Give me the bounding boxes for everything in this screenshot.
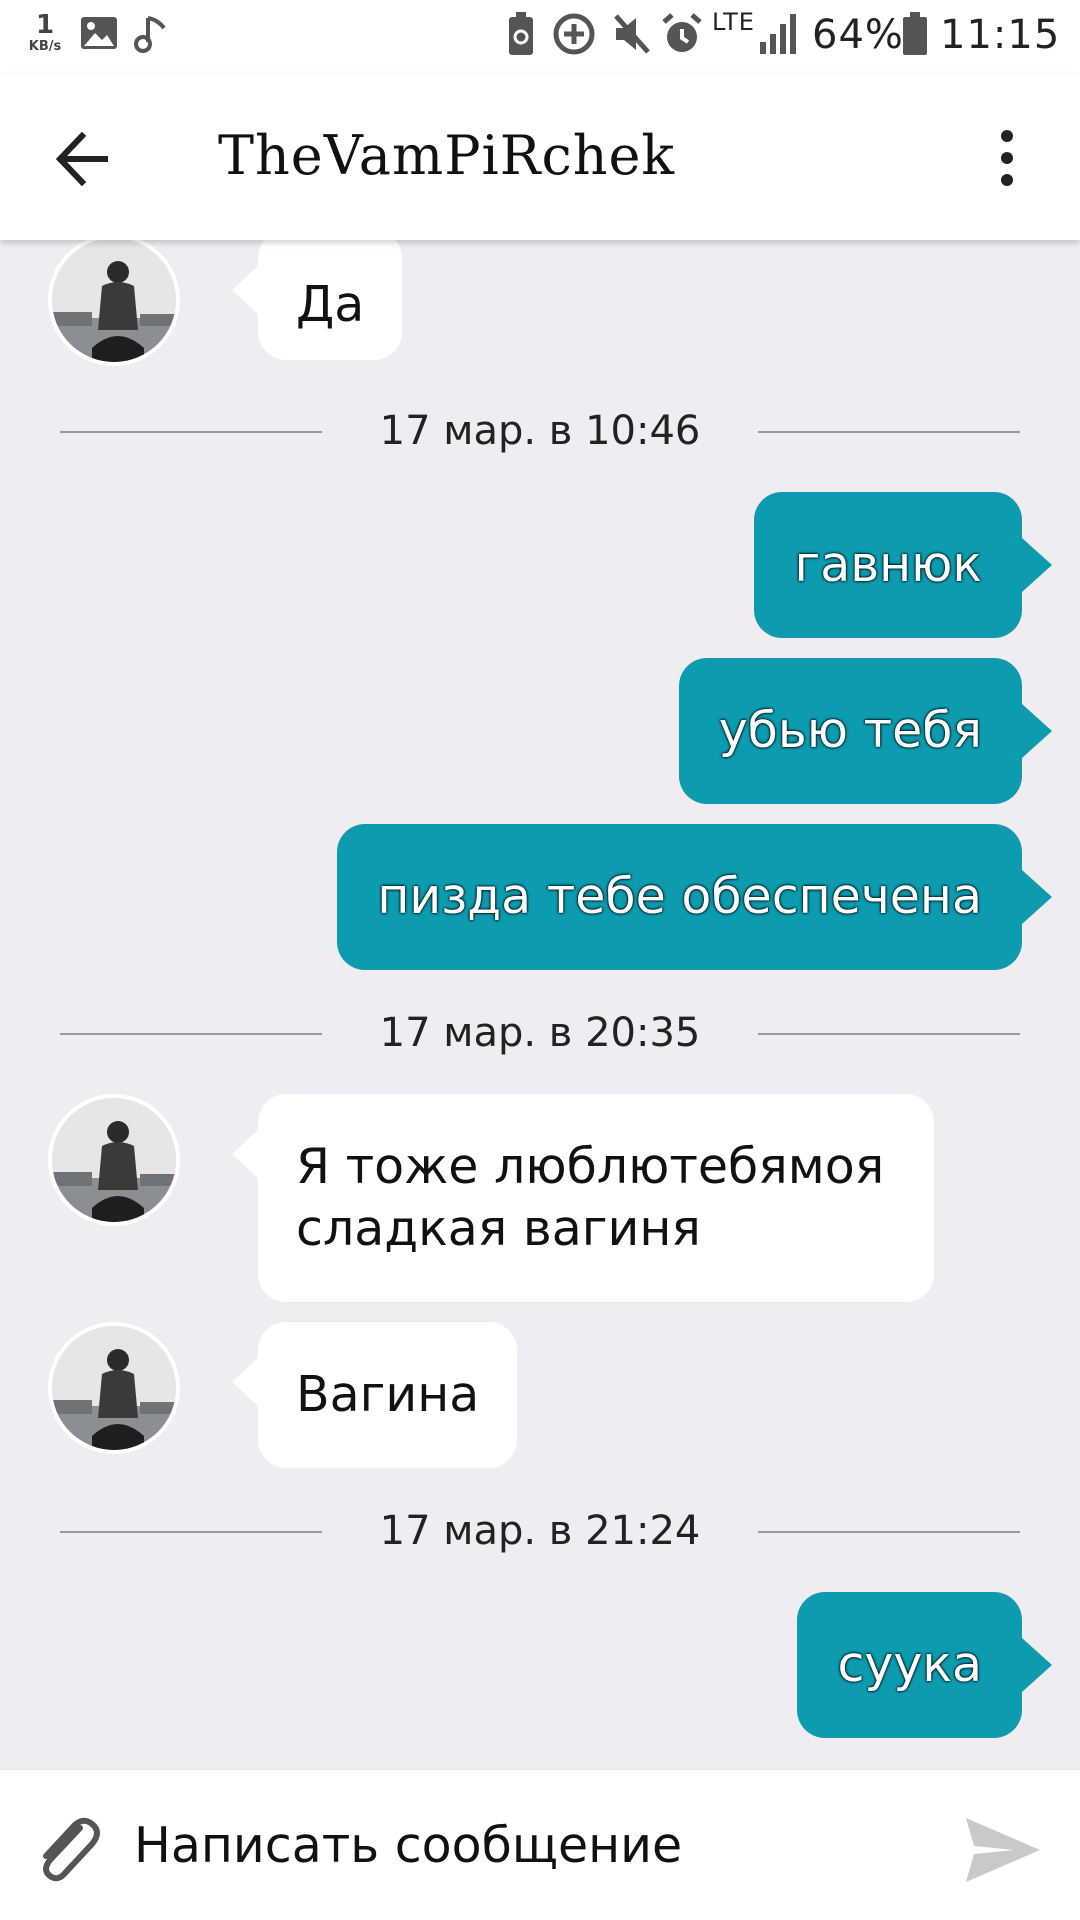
divider	[758, 1531, 1020, 1533]
network-type: LTE	[712, 8, 755, 36]
mute-icon	[614, 14, 650, 54]
status-bar: 1 KB/s LTE 64% 11:15	[0, 0, 1080, 74]
message-text-line: сладкая вагиня	[296, 1200, 701, 1257]
divider	[758, 1033, 1020, 1035]
network-speed: 1 KB/s	[22, 12, 68, 53]
music-note-icon	[134, 16, 166, 53]
send-icon[interactable]	[960, 1808, 1044, 1892]
avatar[interactable]	[48, 240, 180, 366]
message-text: суука	[837, 1636, 982, 1693]
alarm-icon	[662, 13, 702, 52]
outgoing-message-bubble[interactable]: гавнюк	[754, 492, 1052, 638]
battery-percent: 64%	[812, 12, 904, 58]
message-text: гавнюк	[794, 536, 982, 593]
message-text: Да	[296, 276, 365, 333]
network-speed-value: 1	[35, 10, 55, 40]
app-bar: TheVamPiRchek	[0, 74, 1080, 240]
avatar-photo	[52, 1326, 176, 1450]
image-icon	[81, 17, 117, 49]
message-list[interactable]: Да 17 мар. в 10:46 гавнюк убью тебя пизд…	[0, 240, 1080, 1770]
incoming-message-bubble[interactable]: Вагина	[231, 1322, 518, 1468]
message-text: пизда тебе обеспечена	[377, 868, 982, 925]
battery-icon	[903, 12, 927, 55]
date-separator: 17 мар. в 21:24	[60, 1506, 1020, 1556]
avatar-photo	[52, 1098, 176, 1222]
incoming-message-bubble[interactable]: Я тоже люблютебямоя сладкая вагиня	[232, 1094, 934, 1302]
avatar[interactable]	[48, 1322, 180, 1454]
message-input[interactable]	[134, 1800, 914, 1890]
date-separator: 17 мар. в 10:46	[60, 406, 1020, 456]
date-separator: 17 мар. в 20:35	[60, 1008, 1020, 1058]
outgoing-message-bubble[interactable]: убью тебя	[678, 658, 1053, 804]
message-text: убью тебя	[718, 702, 982, 759]
divider	[758, 431, 1020, 433]
clock: 11:15	[940, 12, 1061, 58]
signal-icon	[760, 14, 796, 54]
paperclip-icon[interactable]	[26, 1810, 106, 1890]
composer-bar	[0, 1770, 1080, 1920]
battery-saver-icon	[509, 12, 533, 55]
message-text-line: Я тоже люблютебямоя	[296, 1138, 885, 1195]
more-vert-icon[interactable]	[990, 128, 1024, 188]
avatar-photo	[52, 240, 176, 362]
chat-title: TheVamPiRchek	[218, 124, 676, 187]
network-speed-unit: KB/s	[28, 39, 62, 54]
data-saver-icon	[553, 13, 595, 55]
incoming-message-bubble[interactable]: Да	[231, 240, 403, 360]
outgoing-message-bubble[interactable]: суука	[797, 1592, 1052, 1738]
avatar[interactable]	[48, 1094, 180, 1226]
outgoing-message-bubble[interactable]: пизда тебе обеспечена	[337, 824, 1052, 970]
arrow-left-icon[interactable]	[52, 128, 114, 190]
message-text: Вагина	[296, 1366, 480, 1423]
